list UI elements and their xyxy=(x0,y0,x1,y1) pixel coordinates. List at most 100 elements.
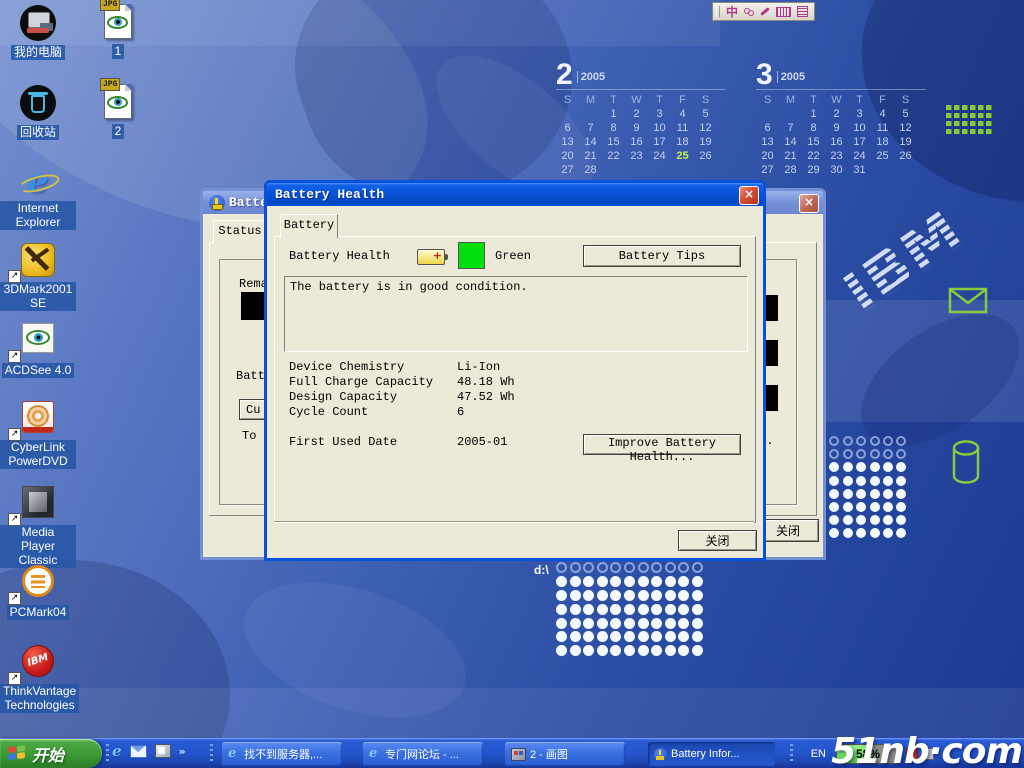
wallpaper-dot xyxy=(597,645,608,656)
desktop-icon-jpg-2[interactable]: JPG2 xyxy=(80,84,156,140)
wallpaper-dot xyxy=(896,449,906,459)
language-indicator[interactable]: EN xyxy=(811,748,826,760)
wallpaper-dot xyxy=(665,590,676,601)
calendar-weekday: M xyxy=(779,94,802,106)
ime-soft-keyboard-icon[interactable] xyxy=(776,7,791,17)
calendar-weekday: S xyxy=(756,94,779,106)
wallpaper-dot xyxy=(870,528,880,538)
wallpaper-dot xyxy=(678,631,689,642)
close-button-background-window[interactable]: 关闭 xyxy=(757,519,819,542)
desktop-icon-label: 我的电脑 xyxy=(11,45,65,60)
battery-detail-fields: Device ChemistryLi-IonFull Charge Capaci… xyxy=(289,360,515,450)
wallpaper-dot xyxy=(583,631,594,642)
tray-icon[interactable] xyxy=(922,748,934,760)
calendar-day xyxy=(648,164,671,176)
calendar-day: 23 xyxy=(625,150,648,162)
wallpaper-dot xyxy=(843,436,853,446)
jpg-badge: JPG xyxy=(100,78,120,91)
calendar-day: 16 xyxy=(825,136,848,148)
calendar-day: 29 xyxy=(802,164,825,176)
desktop-icon-thinkvantage[interactable]: IBM↗ThinkVantage Technologies xyxy=(0,645,76,714)
battery-health-dialog[interactable]: Battery Health × Battery Battery Health … xyxy=(264,180,766,561)
chevron-icon[interactable]: » xyxy=(179,745,186,758)
shortcut-arrow-icon: ↗ xyxy=(8,592,21,605)
calendar-day: 22 xyxy=(602,150,625,162)
tab-status[interactable]: Status xyxy=(213,220,267,244)
taskbar-task-1[interactable]: e找不到服务器,... xyxy=(222,742,342,766)
improve-battery-health-button[interactable]: Improve Battery Health... xyxy=(583,434,741,455)
shortcut-arrow-icon: ↗ xyxy=(8,513,21,526)
wallpaper-dot xyxy=(624,576,635,587)
start-button[interactable]: 开始 xyxy=(0,739,102,768)
desktop-icon-3dmark2001[interactable]: ↗3DMark2001 SE xyxy=(0,243,76,312)
show-desktop-quicklaunch-icon[interactable] xyxy=(155,744,171,758)
ime-menu-icon[interactable] xyxy=(797,6,808,17)
desktop-icon-jpg-1[interactable]: JPG1 xyxy=(80,4,156,60)
wallpaper-dot xyxy=(665,604,676,615)
battery-tips-button[interactable]: Battery Tips xyxy=(583,245,741,267)
wallpaper-dot xyxy=(583,590,594,601)
wallpaper-dot xyxy=(610,645,621,656)
taskbar-separator[interactable] xyxy=(210,744,213,764)
wallpaper-dot xyxy=(843,489,853,499)
battery-field-row: First Used Date2005-01 xyxy=(289,435,515,450)
ibm-logo: IBM xyxy=(806,148,1020,352)
ime-language-bar[interactable]: 中 xyxy=(712,2,815,21)
thinkvantage-icon: IBM↗ xyxy=(0,645,76,683)
battery-health-titlebar[interactable]: Battery Health × xyxy=(267,183,763,206)
internet-explorer-quicklaunch-icon[interactable]: e xyxy=(112,743,122,759)
calendar-day: 27 xyxy=(756,164,779,176)
battery-meter[interactable]: 58% xyxy=(836,744,900,764)
ime-pen-icon[interactable] xyxy=(760,7,770,16)
taskbar-task-4[interactable]: Battery Infor... xyxy=(648,742,775,766)
calendar-day: 3 xyxy=(648,108,671,120)
shortcut-arrow-icon: ↗ xyxy=(8,350,21,363)
calendar-day: 15 xyxy=(802,136,825,148)
wallpaper-dot xyxy=(597,590,608,601)
ime-punctuation-icon[interactable] xyxy=(744,8,754,16)
battery-field-row: Device ChemistryLi-Ion xyxy=(289,360,515,375)
desktop-icon-mpc[interactable]: ↗Media Player Classic xyxy=(0,486,76,569)
desktop-icon-pcmark04[interactable]: ↗PCMark04 xyxy=(0,565,76,621)
wallpaper-dot xyxy=(651,590,662,601)
taskbar-task-3[interactable]: 2 - 画图 xyxy=(505,742,625,766)
calendar-day: 17 xyxy=(848,136,871,148)
desktop-icon-internet-explorer[interactable]: eInternet Explorer xyxy=(0,162,76,231)
calendar-day: 24 xyxy=(648,150,671,162)
wallpaper-dot xyxy=(597,618,608,629)
wallpaper-dot xyxy=(692,631,703,642)
recycle-bin-icon xyxy=(0,85,76,123)
desktop-icon-recycle-bin[interactable]: 回收站 xyxy=(0,85,76,141)
close-button-dialog[interactable]: 关闭 xyxy=(678,530,757,551)
battery-information-icon xyxy=(209,195,225,211)
calendar-day xyxy=(779,108,802,120)
desktop-icon-my-computer[interactable]: 我的电脑 xyxy=(0,5,76,61)
taskbar-task-2[interactable]: e专门网论坛 - ... xyxy=(363,742,483,766)
outlook-express-quicklaunch-icon[interactable] xyxy=(130,745,147,758)
calendar-day: 1 xyxy=(602,108,625,120)
ie-task-icon: e xyxy=(228,747,240,761)
wallpaper-dot xyxy=(638,562,649,573)
desktop-icon-acdsee[interactable]: ↗ACDSee 4.0 xyxy=(0,323,76,379)
ie-task-icon: e xyxy=(369,747,381,761)
wallpaper-dot xyxy=(883,449,893,459)
ime-grip[interactable] xyxy=(716,6,720,17)
close-icon[interactable]: × xyxy=(799,194,819,213)
taskbar-separator[interactable] xyxy=(790,744,793,764)
ime-chinese-mode-icon[interactable]: 中 xyxy=(726,6,738,18)
wallpaper-dot xyxy=(610,618,621,629)
wallpaper-dot xyxy=(856,515,866,525)
taskbar-separator[interactable] xyxy=(106,744,109,764)
calendar-day: 6 xyxy=(556,122,579,134)
3dmark2001-icon: ↗ xyxy=(0,243,76,281)
wallpaper-dot xyxy=(896,436,906,446)
close-icon[interactable]: × xyxy=(739,186,759,205)
desktop-icon-powerdvd[interactable]: ↗CyberLink PowerDVD xyxy=(0,401,76,470)
wallpaper-dot xyxy=(843,449,853,459)
tab-battery[interactable]: Battery xyxy=(280,214,338,238)
wallpaper-leaf xyxy=(227,557,483,742)
wallpaper-dot xyxy=(597,562,608,573)
calendar-day xyxy=(671,164,694,176)
calendar-day: 6 xyxy=(756,122,779,134)
tray-icon[interactable] xyxy=(906,748,918,760)
